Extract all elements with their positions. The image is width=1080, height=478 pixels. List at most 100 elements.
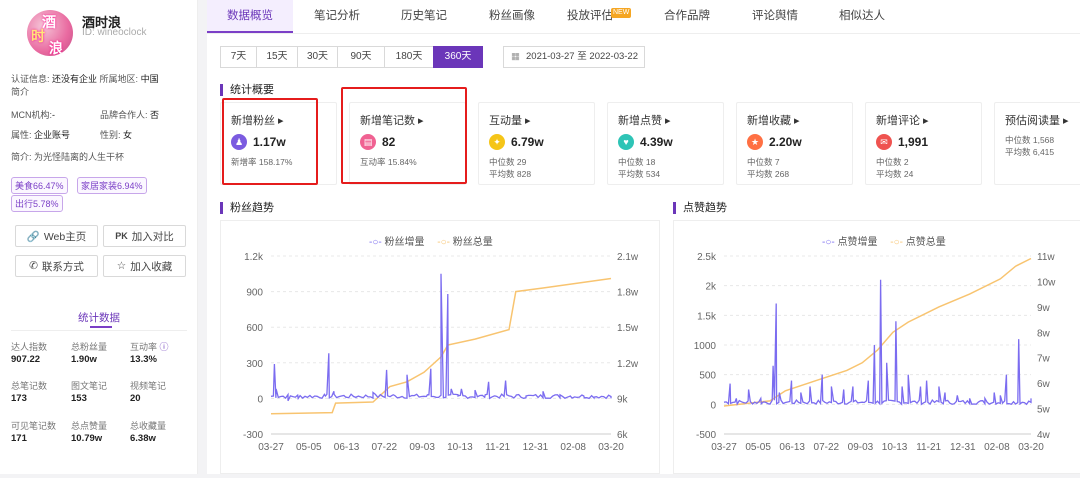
legend-item[interactable]: -○- 粉丝总量 <box>437 237 492 248</box>
legend-item[interactable]: -○- 粉丝增量 <box>369 237 424 248</box>
y2-tick-label: 8w <box>1037 328 1051 339</box>
stat-card[interactable]: 互动量 ▸ ✦ 6.79w 中位数 29 平均数 828 <box>478 102 595 185</box>
pk-icon: PK <box>115 231 128 241</box>
profile-id: ID: wineoclock <box>82 27 147 38</box>
attr-info: 属性: 企业账号 <box>11 130 71 140</box>
section-title: 粉丝趋势 <box>220 202 274 214</box>
add-compare-button[interactable]: PK 加入对比 <box>103 225 186 247</box>
card-value: 2.20w <box>769 135 802 149</box>
likes-trend-svg: 2.5k 2k 1.5k 1000 500 0 -500 11w 10w 9w 8w 7w 6w 5w 4w… <box>694 252 1056 453</box>
stat-value: 13.3% <box>130 354 157 365</box>
stat-value: 153 <box>71 393 87 404</box>
stat-card[interactable]: 新增收藏 ▸ ★ 2.20w 中位数 7 平均数 268 <box>736 102 853 185</box>
y2-tick-label: 11w <box>1037 252 1055 263</box>
card-sub: 平均数 534 <box>618 169 661 179</box>
cert-info: 认证信息: 还没有企业 所属地区: 中国 <box>11 74 159 84</box>
series-increment-line <box>270 273 612 402</box>
card-title: 新增点赞 ▸ <box>618 115 671 127</box>
gender-info: 性别: 女 <box>100 130 133 140</box>
range-7d[interactable]: 7天 <box>220 46 257 68</box>
category-tag: 家居家装6.94% <box>77 177 147 194</box>
y-tick-label: -300 <box>243 430 263 441</box>
y-tick-label: 600 <box>246 323 263 334</box>
tab-fans-profile[interactable]: 粉丝画像 <box>477 0 547 33</box>
stat-label: 达人指数 <box>11 342 48 352</box>
stat-label: 总笔记数 <box>11 381 48 391</box>
chart-legend: -○- 粉丝增量 -○- 粉丝总量 <box>369 233 493 248</box>
bio: 简介: 为光怪陆离的人生干杯 <box>11 152 125 162</box>
x-tick-label: 05-05 <box>745 442 771 453</box>
info-icon[interactable]: ⓘ <box>160 342 169 352</box>
range-90d[interactable]: 90天 <box>337 46 385 68</box>
comment-icon: ✉ <box>876 134 892 150</box>
y-tick-label: 1.5k <box>697 311 717 322</box>
category-tag: 出行5.78% <box>11 195 63 212</box>
series-increment-line <box>723 279 1032 406</box>
tab-brands[interactable]: 合作品牌 <box>652 0 722 33</box>
legend-item[interactable]: -○- 点赞增量 <box>822 237 877 248</box>
x-tick-label: 12-31 <box>950 442 976 453</box>
y2-tick-label: 1.5w <box>617 323 639 334</box>
x-tick-label: 07-22 <box>814 442 840 453</box>
x-tick-label: 11-21 <box>485 442 510 453</box>
x-tick-label: 10-13 <box>882 442 908 453</box>
link-icon: 🔗 <box>26 230 40 243</box>
stat-label: 总点赞量 <box>71 421 108 431</box>
legend-item[interactable]: -○- 点赞总量 <box>890 237 945 248</box>
y-tick-label: 900 <box>246 288 263 299</box>
fans-trend-svg: 1.2k9006003000-3002.1w1.8w1.5w1.2w9k6k03… <box>243 252 639 453</box>
stat-value: 171 <box>11 433 27 444</box>
card-title: 新增收藏 ▸ <box>747 115 800 127</box>
series-total-line <box>723 257 1032 407</box>
range-30d[interactable]: 30天 <box>297 46 338 68</box>
tab-history-notes[interactable]: 历史笔记 <box>389 0 459 33</box>
card-title: 新增评论 ▸ <box>876 115 929 127</box>
card-sub: 中位数 18 <box>618 157 656 167</box>
stat-value: 907.22 <box>11 354 41 365</box>
stat-value: 6.38w <box>130 433 156 444</box>
stat-value: 20 <box>130 393 141 404</box>
x-tick-label: 10-13 <box>447 442 473 453</box>
avatar[interactable]: 酒 时 浪 <box>27 10 73 56</box>
card-title: 互动量 ▸ <box>489 115 531 127</box>
stat-label: 互动率 ⓘ <box>130 342 169 352</box>
stat-label: 视频笔记 <box>130 381 167 391</box>
avatar-char: 浪 <box>49 40 63 56</box>
x-tick-label: 07-22 <box>372 442 398 453</box>
card-sub: 平均数 828 <box>489 169 532 179</box>
range-360d[interactable]: 360天 <box>433 46 483 68</box>
tab-comments[interactable]: 评论舆情 <box>740 0 810 33</box>
card-sub: 中位数 29 <box>489 157 527 167</box>
stat-card[interactable]: 新增评论 ▸ ✉ 1,991 中位数 2 平均数 24 <box>865 102 982 185</box>
x-tick-label: 02-08 <box>560 442 586 453</box>
bulb-icon: ✦ <box>489 134 505 150</box>
collect-icon: ★ <box>747 134 763 150</box>
tab-similar[interactable]: 相似达人 <box>827 0 897 33</box>
avatar-char: 时 <box>31 28 45 44</box>
web-home-button[interactable]: 🔗 Web主页 <box>15 225 98 247</box>
x-tick-label: 09-03 <box>848 442 874 453</box>
stat-value: 10.79w <box>71 433 103 444</box>
contact-button[interactable]: ✆ 联系方式 <box>15 255 98 277</box>
card-sub: 平均数 24 <box>876 169 914 179</box>
tab-note-analysis[interactable]: 笔记分析 <box>302 0 372 33</box>
tab-overview[interactable]: 数据概览 <box>207 0 293 33</box>
stat-value: 1.90w <box>71 354 97 365</box>
divider <box>11 330 187 331</box>
y-tick-label: 2k <box>705 282 717 293</box>
section-title: 统计概要 <box>220 84 274 96</box>
card-value: 4.39w <box>640 135 673 149</box>
card-title: 预估阅读量 ▸ <box>1005 115 1069 127</box>
card-sub: 中位数 7 <box>747 157 780 167</box>
y-tick-label: 300 <box>246 359 263 370</box>
thumb-icon: ♥ <box>618 134 634 150</box>
stat-card[interactable]: 预估阅读量 ▸ 中位数 1,568 平均数 6,415 <box>994 102 1080 185</box>
stat-card[interactable]: 新增点赞 ▸ ♥ 4.39w 中位数 18 平均数 534 <box>607 102 724 185</box>
range-180d[interactable]: 180天 <box>384 46 434 68</box>
date-range-picker[interactable]: ▦ 2021-03-27 至 2022-03-22 <box>503 46 645 68</box>
x-tick-label: 12-31 <box>523 442 549 453</box>
stats-tab[interactable]: 统计数据 <box>0 310 198 325</box>
range-15d[interactable]: 15天 <box>256 46 298 68</box>
add-favorite-button[interactable]: ☆ 加入收藏 <box>103 255 186 277</box>
x-tick-label: 11-21 <box>916 442 941 453</box>
